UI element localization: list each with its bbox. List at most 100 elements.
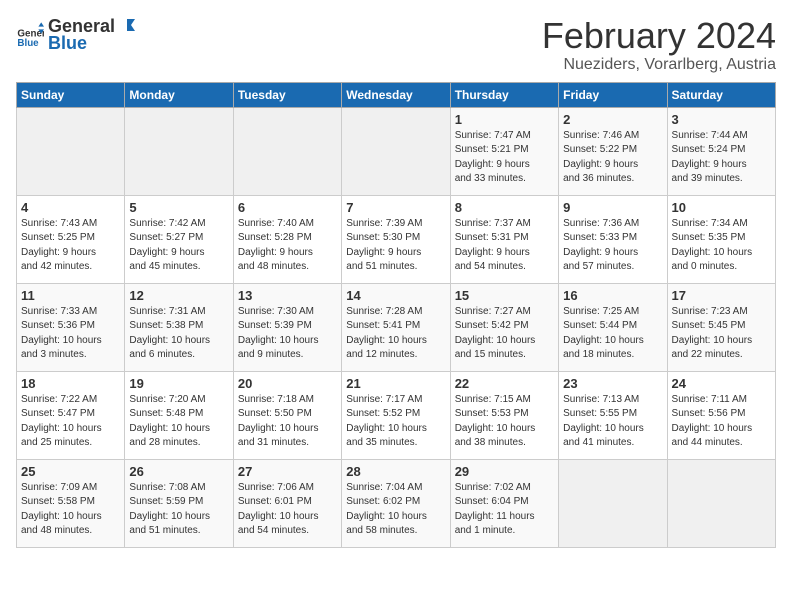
calendar-cell: 28Sunrise: 7:04 AM Sunset: 6:02 PM Dayli…: [342, 459, 450, 547]
day-info: Sunrise: 7:17 AM Sunset: 5:52 PM Dayligh…: [346, 393, 445, 451]
calendar-cell: 2 Sunrise: 7:46 AM Sunset: 5:22 PM Daylig…: [559, 107, 667, 195]
day-header-friday: Friday: [559, 82, 667, 107]
day-number: 3: [672, 112, 771, 127]
day-number: 9: [563, 200, 662, 215]
day-number: 27: [238, 464, 337, 479]
day-header-sunday: Sunday: [17, 82, 125, 107]
calendar-cell: [559, 459, 667, 547]
calendar-week-4: 18 Sunrise: 7:22 AM Sunset: 5:47 PM Dayli…: [17, 371, 776, 459]
calendar-cell: 22 Sunrise: 7:15 AM Sunset: 5:53 PM Dayli…: [450, 371, 558, 459]
day-number: 4: [21, 200, 120, 215]
day-info: Sunrise: 7:42 AM Sunset: 5:27 PM Dayligh…: [129, 217, 228, 275]
day-info: Sunrise: 7:30 AM Sunset: 5:39 PM Dayligh…: [238, 305, 337, 363]
day-info: Sunrise: 7:31 AM Sunset: 5:38 PM Dayligh…: [129, 305, 228, 363]
day-number: 29: [455, 464, 554, 479]
day-header-thursday: Thursday: [450, 82, 558, 107]
day-number: 1: [455, 112, 554, 127]
logo-flag-icon: [117, 17, 137, 37]
day-info: Sunrise: 7:11 AM Sunset: 5:56 PM Dayligh…: [672, 393, 771, 451]
day-info: Sunrise: 7:23 AM Sunset: 5:45 PM Dayligh…: [672, 305, 771, 363]
calendar-cell: [233, 107, 341, 195]
day-number: 18: [21, 376, 120, 391]
svg-text:Blue: Blue: [17, 38, 39, 49]
calendar-week-2: 4 Sunrise: 7:43 AM Sunset: 5:25 PM Daylig…: [17, 195, 776, 283]
day-info: Sunrise: 7:18 AM Sunset: 5:50 PM Dayligh…: [238, 393, 337, 451]
day-number: 23: [563, 376, 662, 391]
calendar-cell: 27Sunrise: 7:06 AM Sunset: 6:01 PM Dayli…: [233, 459, 341, 547]
day-number: 2: [563, 112, 662, 127]
day-info: Sunrise: 7:39 AM Sunset: 5:30 PM Dayligh…: [346, 217, 445, 275]
title-block: February 2024 Nueziders, Vorarlberg, Aus…: [542, 16, 776, 74]
day-header-tuesday: Tuesday: [233, 82, 341, 107]
day-number: 13: [238, 288, 337, 303]
calendar-header-row: SundayMondayTuesdayWednesdayThursdayFrid…: [17, 82, 776, 107]
calendar-cell: 9 Sunrise: 7:36 AM Sunset: 5:33 PM Daylig…: [559, 195, 667, 283]
day-info: Sunrise: 7:33 AM Sunset: 5:36 PM Dayligh…: [21, 305, 120, 363]
day-info: Sunrise: 7:44 AM Sunset: 5:24 PM Dayligh…: [672, 129, 771, 187]
day-header-saturday: Saturday: [667, 82, 775, 107]
day-number: 25: [21, 464, 120, 479]
day-number: 12: [129, 288, 228, 303]
calendar-cell: 14Sunrise: 7:28 AM Sunset: 5:41 PM Dayli…: [342, 283, 450, 371]
calendar-week-3: 11 Sunrise: 7:33 AM Sunset: 5:36 PM Dayli…: [17, 283, 776, 371]
day-info: Sunrise: 7:43 AM Sunset: 5:25 PM Dayligh…: [21, 217, 120, 275]
day-number: 22: [455, 376, 554, 391]
day-info: Sunrise: 7:13 AM Sunset: 5:55 PM Dayligh…: [563, 393, 662, 451]
calendar-cell: [17, 107, 125, 195]
day-number: 15: [455, 288, 554, 303]
calendar-cell: 15 Sunrise: 7:27 AM Sunset: 5:42 PM Dayli…: [450, 283, 558, 371]
calendar-cell: 26Sunrise: 7:08 AM Sunset: 5:59 PM Dayli…: [125, 459, 233, 547]
calendar-cell: 8 Sunrise: 7:37 AM Sunset: 5:31 PM Daylig…: [450, 195, 558, 283]
calendar-cell: 13 Sunrise: 7:30 AM Sunset: 5:39 PM Dayli…: [233, 283, 341, 371]
day-number: 17: [672, 288, 771, 303]
calendar-cell: 23 Sunrise: 7:13 AM Sunset: 5:55 PM Dayli…: [559, 371, 667, 459]
day-number: 8: [455, 200, 554, 215]
day-info: Sunrise: 7:15 AM Sunset: 5:53 PM Dayligh…: [455, 393, 554, 451]
calendar-cell: 21 Sunrise: 7:17 AM Sunset: 5:52 PM Dayli…: [342, 371, 450, 459]
day-info: Sunrise: 7:22 AM Sunset: 5:47 PM Dayligh…: [21, 393, 120, 451]
calendar-cell: 11 Sunrise: 7:33 AM Sunset: 5:36 PM Dayli…: [17, 283, 125, 371]
day-number: 7: [346, 200, 445, 215]
calendar-cell: [125, 107, 233, 195]
calendar-table: SundayMondayTuesdayWednesdayThursdayFrid…: [16, 82, 776, 548]
day-info: Sunrise: 7:08 AM Sunset: 5:59 PM Dayligh…: [129, 481, 228, 539]
calendar-cell: 1 Sunrise: 7:47 AM Sunset: 5:21 PM Daylig…: [450, 107, 558, 195]
day-info: Sunrise: 7:47 AM Sunset: 5:21 PM Dayligh…: [455, 129, 554, 187]
calendar-cell: 6Sunrise: 7:40 AM Sunset: 5:28 PM Daylig…: [233, 195, 341, 283]
calendar-cell: 17 Sunrise: 7:23 AM Sunset: 5:45 PM Dayli…: [667, 283, 775, 371]
day-info: Sunrise: 7:28 AM Sunset: 5:41 PM Dayligh…: [346, 305, 445, 363]
day-header-monday: Monday: [125, 82, 233, 107]
day-number: 11: [21, 288, 120, 303]
day-info: Sunrise: 7:27 AM Sunset: 5:42 PM Dayligh…: [455, 305, 554, 363]
calendar-cell: 25 Sunrise: 7:09 AM Sunset: 5:58 PM Dayli…: [17, 459, 125, 547]
calendar-cell: 10Sunrise: 7:34 AM Sunset: 5:35 PM Dayli…: [667, 195, 775, 283]
calendar-week-5: 25 Sunrise: 7:09 AM Sunset: 5:58 PM Dayli…: [17, 459, 776, 547]
logo: General Blue General Blue: [16, 16, 137, 54]
day-info: Sunrise: 7:09 AM Sunset: 5:58 PM Dayligh…: [21, 481, 120, 539]
logo-icon: General Blue: [16, 21, 44, 49]
day-info: Sunrise: 7:04 AM Sunset: 6:02 PM Dayligh…: [346, 481, 445, 539]
day-info: Sunrise: 7:36 AM Sunset: 5:33 PM Dayligh…: [563, 217, 662, 275]
calendar-cell: 20Sunrise: 7:18 AM Sunset: 5:50 PM Dayli…: [233, 371, 341, 459]
day-info: Sunrise: 7:02 AM Sunset: 6:04 PM Dayligh…: [455, 481, 554, 539]
day-info: Sunrise: 7:40 AM Sunset: 5:28 PM Dayligh…: [238, 217, 337, 275]
calendar-cell: 16Sunrise: 7:25 AM Sunset: 5:44 PM Dayli…: [559, 283, 667, 371]
month-title: February 2024: [542, 16, 776, 56]
calendar-week-1: 1 Sunrise: 7:47 AM Sunset: 5:21 PM Daylig…: [17, 107, 776, 195]
day-number: 21: [346, 376, 445, 391]
day-header-wednesday: Wednesday: [342, 82, 450, 107]
day-number: 19: [129, 376, 228, 391]
day-info: Sunrise: 7:20 AM Sunset: 5:48 PM Dayligh…: [129, 393, 228, 451]
day-number: 24: [672, 376, 771, 391]
calendar-cell: 3 Sunrise: 7:44 AM Sunset: 5:24 PM Daylig…: [667, 107, 775, 195]
day-number: 5: [129, 200, 228, 215]
location-title: Nueziders, Vorarlberg, Austria: [542, 56, 776, 74]
day-info: Sunrise: 7:37 AM Sunset: 5:31 PM Dayligh…: [455, 217, 554, 275]
calendar-cell: [342, 107, 450, 195]
calendar-cell: 19 Sunrise: 7:20 AM Sunset: 5:48 PM Dayli…: [125, 371, 233, 459]
page-header: General Blue General Blue February 2024 …: [16, 16, 776, 74]
calendar-cell: 18 Sunrise: 7:22 AM Sunset: 5:47 PM Dayli…: [17, 371, 125, 459]
day-info: Sunrise: 7:46 AM Sunset: 5:22 PM Dayligh…: [563, 129, 662, 187]
calendar-cell: 29 Sunrise: 7:02 AM Sunset: 6:04 PM Dayli…: [450, 459, 558, 547]
calendar-cell: 4 Sunrise: 7:43 AM Sunset: 5:25 PM Daylig…: [17, 195, 125, 283]
